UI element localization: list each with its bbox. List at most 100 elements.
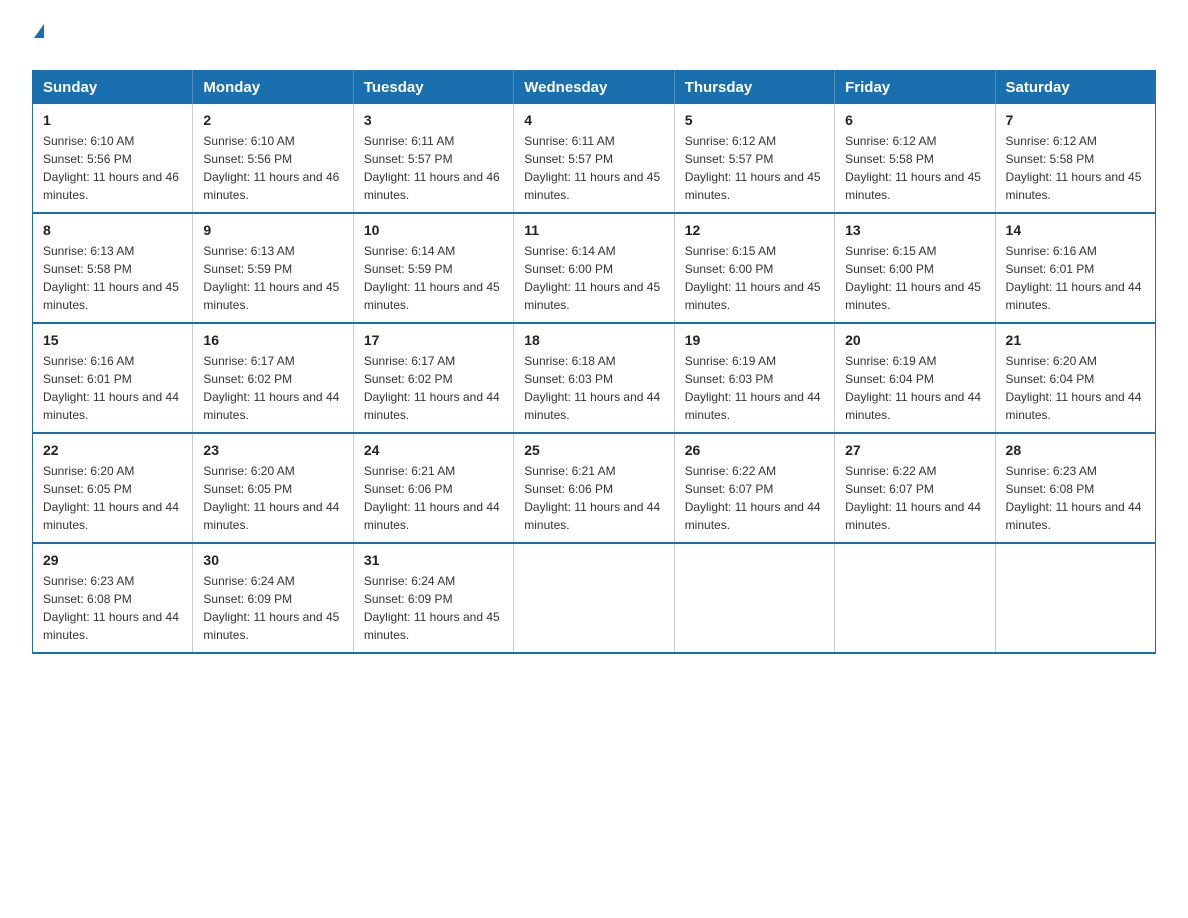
calendar-cell: 4 Sunrise: 6:11 AM Sunset: 5:57 PM Dayli… [514,104,674,213]
day-number: 18 [524,332,663,348]
calendar-cell: 14 Sunrise: 6:16 AM Sunset: 6:01 PM Dayl… [995,213,1155,323]
calendar-cell: 13 Sunrise: 6:15 AM Sunset: 6:00 PM Dayl… [835,213,995,323]
day-number: 31 [364,552,503,568]
day-info: Sunrise: 6:20 AM Sunset: 6:04 PM Dayligh… [1006,354,1142,422]
col-header-monday: Monday [193,71,353,105]
calendar-cell: 25 Sunrise: 6:21 AM Sunset: 6:06 PM Dayl… [514,433,674,543]
day-number: 6 [845,112,984,128]
calendar-cell [995,543,1155,653]
day-info: Sunrise: 6:20 AM Sunset: 6:05 PM Dayligh… [43,464,179,532]
calendar-cell: 20 Sunrise: 6:19 AM Sunset: 6:04 PM Dayl… [835,323,995,433]
day-number: 24 [364,442,503,458]
day-number: 13 [845,222,984,238]
day-info: Sunrise: 6:15 AM Sunset: 6:00 PM Dayligh… [845,244,981,312]
day-number: 16 [203,332,342,348]
day-info: Sunrise: 6:10 AM Sunset: 5:56 PM Dayligh… [43,134,179,202]
calendar-week-5: 29 Sunrise: 6:23 AM Sunset: 6:08 PM Dayl… [33,543,1156,653]
calendar-cell: 31 Sunrise: 6:24 AM Sunset: 6:09 PM Dayl… [353,543,513,653]
day-number: 5 [685,112,824,128]
calendar-cell: 21 Sunrise: 6:20 AM Sunset: 6:04 PM Dayl… [995,323,1155,433]
calendar-cell: 12 Sunrise: 6:15 AM Sunset: 6:00 PM Dayl… [674,213,834,323]
calendar-cell: 17 Sunrise: 6:17 AM Sunset: 6:02 PM Dayl… [353,323,513,433]
day-info: Sunrise: 6:11 AM Sunset: 5:57 PM Dayligh… [364,134,500,202]
calendar-week-1: 1 Sunrise: 6:10 AM Sunset: 5:56 PM Dayli… [33,104,1156,213]
calendar-cell: 23 Sunrise: 6:20 AM Sunset: 6:05 PM Dayl… [193,433,353,543]
day-info: Sunrise: 6:17 AM Sunset: 6:02 PM Dayligh… [364,354,500,422]
day-number: 7 [1006,112,1145,128]
calendar-cell [514,543,674,653]
day-info: Sunrise: 6:23 AM Sunset: 6:08 PM Dayligh… [1006,464,1142,532]
logo [32,24,46,50]
day-number: 20 [845,332,984,348]
day-info: Sunrise: 6:12 AM Sunset: 5:57 PM Dayligh… [685,134,821,202]
day-info: Sunrise: 6:23 AM Sunset: 6:08 PM Dayligh… [43,574,179,642]
day-info: Sunrise: 6:14 AM Sunset: 5:59 PM Dayligh… [364,244,500,312]
day-number: 29 [43,552,182,568]
day-number: 10 [364,222,503,238]
page-header [32,24,1156,50]
day-info: Sunrise: 6:13 AM Sunset: 5:58 PM Dayligh… [43,244,179,312]
day-info: Sunrise: 6:12 AM Sunset: 5:58 PM Dayligh… [1006,134,1142,202]
day-number: 11 [524,222,663,238]
col-header-tuesday: Tuesday [353,71,513,105]
day-info: Sunrise: 6:19 AM Sunset: 6:04 PM Dayligh… [845,354,981,422]
calendar-cell: 30 Sunrise: 6:24 AM Sunset: 6:09 PM Dayl… [193,543,353,653]
calendar-cell: 15 Sunrise: 6:16 AM Sunset: 6:01 PM Dayl… [33,323,193,433]
day-info: Sunrise: 6:22 AM Sunset: 6:07 PM Dayligh… [845,464,981,532]
calendar-cell: 8 Sunrise: 6:13 AM Sunset: 5:58 PM Dayli… [33,213,193,323]
day-number: 28 [1006,442,1145,458]
calendar-cell: 6 Sunrise: 6:12 AM Sunset: 5:58 PM Dayli… [835,104,995,213]
day-number: 12 [685,222,824,238]
day-number: 4 [524,112,663,128]
day-number: 1 [43,112,182,128]
day-number: 15 [43,332,182,348]
day-info: Sunrise: 6:12 AM Sunset: 5:58 PM Dayligh… [845,134,981,202]
day-info: Sunrise: 6:11 AM Sunset: 5:57 PM Dayligh… [524,134,660,202]
calendar-header-row: SundayMondayTuesdayWednesdayThursdayFrid… [33,71,1156,105]
col-header-thursday: Thursday [674,71,834,105]
day-number: 17 [364,332,503,348]
day-number: 9 [203,222,342,238]
day-info: Sunrise: 6:20 AM Sunset: 6:05 PM Dayligh… [203,464,339,532]
calendar-cell: 22 Sunrise: 6:20 AM Sunset: 6:05 PM Dayl… [33,433,193,543]
day-info: Sunrise: 6:13 AM Sunset: 5:59 PM Dayligh… [203,244,339,312]
day-number: 2 [203,112,342,128]
calendar-cell: 18 Sunrise: 6:18 AM Sunset: 6:03 PM Dayl… [514,323,674,433]
day-number: 3 [364,112,503,128]
calendar-cell: 11 Sunrise: 6:14 AM Sunset: 6:00 PM Dayl… [514,213,674,323]
calendar-cell: 26 Sunrise: 6:22 AM Sunset: 6:07 PM Dayl… [674,433,834,543]
calendar-cell: 24 Sunrise: 6:21 AM Sunset: 6:06 PM Dayl… [353,433,513,543]
day-info: Sunrise: 6:16 AM Sunset: 6:01 PM Dayligh… [1006,244,1142,312]
day-info: Sunrise: 6:19 AM Sunset: 6:03 PM Dayligh… [685,354,821,422]
col-header-saturday: Saturday [995,71,1155,105]
calendar-cell: 19 Sunrise: 6:19 AM Sunset: 6:03 PM Dayl… [674,323,834,433]
day-number: 22 [43,442,182,458]
day-number: 30 [203,552,342,568]
day-info: Sunrise: 6:14 AM Sunset: 6:00 PM Dayligh… [524,244,660,312]
day-number: 25 [524,442,663,458]
calendar-cell [674,543,834,653]
calendar-cell: 1 Sunrise: 6:10 AM Sunset: 5:56 PM Dayli… [33,104,193,213]
day-number: 23 [203,442,342,458]
col-header-sunday: Sunday [33,71,193,105]
calendar-cell: 27 Sunrise: 6:22 AM Sunset: 6:07 PM Dayl… [835,433,995,543]
calendar-cell [835,543,995,653]
calendar-week-4: 22 Sunrise: 6:20 AM Sunset: 6:05 PM Dayl… [33,433,1156,543]
day-number: 8 [43,222,182,238]
day-info: Sunrise: 6:10 AM Sunset: 5:56 PM Dayligh… [203,134,339,202]
day-info: Sunrise: 6:18 AM Sunset: 6:03 PM Dayligh… [524,354,660,422]
calendar-cell: 10 Sunrise: 6:14 AM Sunset: 5:59 PM Dayl… [353,213,513,323]
col-header-friday: Friday [835,71,995,105]
col-header-wednesday: Wednesday [514,71,674,105]
day-info: Sunrise: 6:17 AM Sunset: 6:02 PM Dayligh… [203,354,339,422]
day-number: 19 [685,332,824,348]
day-info: Sunrise: 6:24 AM Sunset: 6:09 PM Dayligh… [364,574,500,642]
calendar-cell: 9 Sunrise: 6:13 AM Sunset: 5:59 PM Dayli… [193,213,353,323]
calendar-table: SundayMondayTuesdayWednesdayThursdayFrid… [32,70,1156,654]
day-info: Sunrise: 6:21 AM Sunset: 6:06 PM Dayligh… [524,464,660,532]
day-info: Sunrise: 6:16 AM Sunset: 6:01 PM Dayligh… [43,354,179,422]
day-number: 26 [685,442,824,458]
day-info: Sunrise: 6:24 AM Sunset: 6:09 PM Dayligh… [203,574,339,642]
calendar-cell: 2 Sunrise: 6:10 AM Sunset: 5:56 PM Dayli… [193,104,353,213]
day-number: 21 [1006,332,1145,348]
